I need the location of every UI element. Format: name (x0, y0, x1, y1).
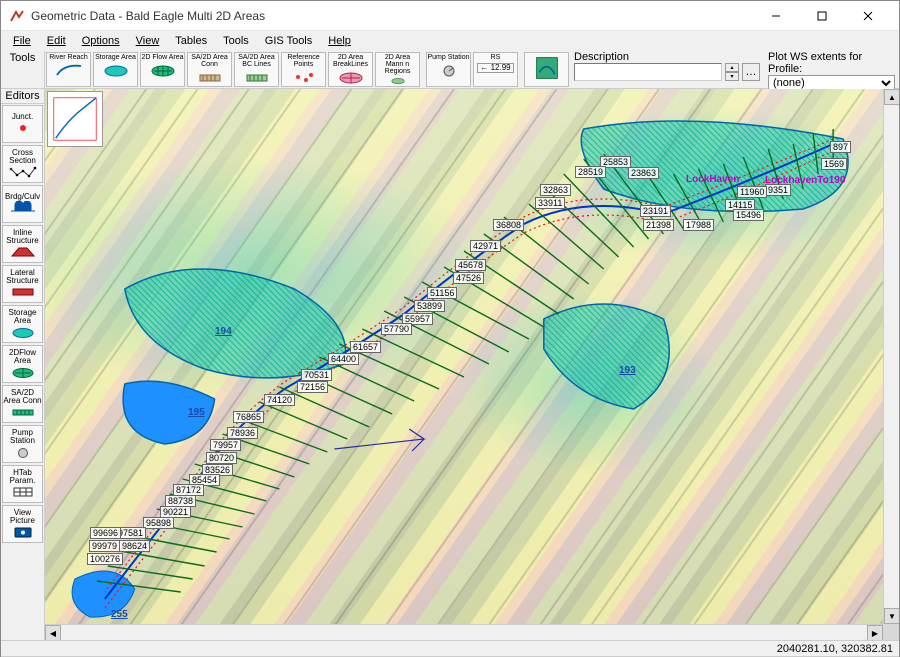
menu-tools[interactable]: Tools (215, 33, 257, 49)
description-up[interactable]: ▴ (725, 63, 739, 72)
editor-2dflow-area[interactable]: 2DFlow Area (2, 345, 43, 383)
tool-2d-breaklines[interactable]: 2D Area BreakLines (328, 52, 373, 87)
editor-view-picture[interactable]: View Picture (2, 505, 43, 543)
editor-storage-area[interactable]: Storage Area (2, 305, 43, 343)
tool-2d-mann-regions[interactable]: 2D Area Mann n Regions (375, 52, 420, 87)
editors-label: Editors (1, 89, 44, 104)
menu-help[interactable]: Help (320, 33, 359, 49)
tool-sa2d-bclines[interactable]: SA/2D Area BC Lines (234, 52, 279, 87)
storage-area-poly[interactable] (581, 121, 848, 212)
rs-value: ← 12.99 (477, 63, 513, 73)
menu-view[interactable]: View (128, 33, 168, 49)
editor-inline-structure[interactable]: Inline Structure (2, 225, 43, 263)
description-expand-button[interactable]: … (742, 63, 760, 81)
editor-sa2d-conn[interactable]: SA/2D Area Conn (2, 385, 43, 423)
description-label: Description (574, 51, 760, 63)
tool-rs[interactable]: RS← 12.99 (473, 52, 518, 87)
menu-file[interactable]: File (5, 33, 39, 49)
scroll-left-icon[interactable]: ◀ (45, 625, 61, 640)
scrollbar-vertical[interactable]: ▲ ▼ (883, 89, 899, 624)
scroll-down-icon[interactable]: ▼ (884, 608, 899, 624)
tool-2d-flow-area[interactable]: 2D Flow Area (140, 52, 185, 87)
close-button[interactable] (845, 1, 891, 31)
scrollbar-horizontal[interactable]: ◀ ▶ (45, 624, 883, 640)
maximize-button[interactable] (799, 1, 845, 31)
storage-area-poly[interactable] (125, 269, 346, 378)
storage-area-poly[interactable] (123, 381, 214, 444)
scroll-right-icon[interactable]: ▶ (867, 625, 883, 640)
flow-arrow-icon (334, 429, 424, 451)
editor-brdg-culv[interactable]: Brdg/Culv (2, 185, 43, 223)
app-icon (9, 8, 25, 24)
storage-area-poly[interactable] (72, 571, 135, 617)
tool-sa2d-conn[interactable]: SA/2D Area Conn (187, 52, 232, 87)
tool-river-reach[interactable]: River Reach (46, 52, 91, 87)
editor-lateral-structure[interactable]: Lateral Structure (2, 265, 43, 303)
profile-label: Plot WS extents for Profile: (768, 51, 895, 75)
tool-ras-mapper[interactable] (524, 52, 569, 87)
scroll-up-icon[interactable]: ▲ (884, 89, 899, 105)
description-down[interactable]: ▾ (725, 72, 739, 81)
tool-pump-station[interactable]: Pump Station (426, 52, 471, 87)
description-input[interactable] (574, 63, 722, 81)
map-canvas[interactable]: 8971569935111960141151549617988213982319… (45, 89, 883, 624)
menu-gis-tools[interactable]: GIS Tools (257, 33, 321, 49)
menu-tables[interactable]: Tables (167, 33, 215, 49)
tool-storage-area[interactable]: Storage Area (93, 52, 138, 87)
toolbar-label: Tools (1, 51, 45, 88)
status-coords: 2040281.10, 320382.81 (777, 643, 893, 655)
menu-options[interactable]: Options (74, 33, 128, 49)
editor-pump-station[interactable]: Pump Station (2, 425, 43, 463)
menu-edit[interactable]: Edit (39, 33, 74, 49)
overview-map[interactable] (47, 91, 103, 147)
editor-htab-param[interactable]: HTab Param. (2, 465, 43, 503)
window-title: Geometric Data - Bald Eagle Multi 2D Are… (31, 9, 753, 23)
storage-area-poly[interactable] (544, 304, 669, 409)
minimize-button[interactable] (753, 1, 799, 31)
menu-bar: File Edit Options View Tables Tools GIS … (1, 31, 899, 51)
editor-junct[interactable]: Junct. (2, 105, 43, 143)
tool-reference-points[interactable]: Reference Points (281, 52, 326, 87)
editor-cross-section[interactable]: Cross Section (2, 145, 43, 183)
